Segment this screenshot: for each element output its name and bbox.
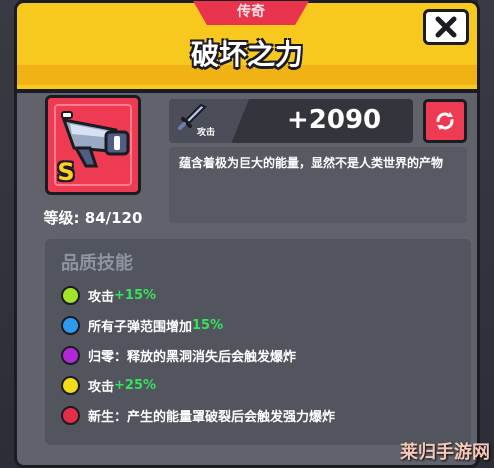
close-button[interactable] (423, 9, 469, 45)
refresh-icon (436, 112, 454, 130)
weapon-level: 等级: 84/120 (43, 209, 143, 227)
skill-item: 所有子弹范围增加 15% (61, 315, 223, 335)
item-title: 破坏之力 (190, 38, 303, 71)
quality-skills-panel: 品质技能 攻击 +15% 所有子弹范围增加 15% 归零：释放的黑洞消失后会触发爆炸… (45, 239, 471, 445)
attack-stat: 攻击 +2090 (169, 99, 413, 143)
card-header: 传奇 破坏之力 (17, 1, 477, 93)
item-detail-card: 传奇 破坏之力 S 等级: 84/120 攻击 +2090 蕴含着极为巨大的能量… (14, 0, 480, 468)
weapon-icon-frame: S (45, 95, 141, 195)
skill-dot-icon (61, 315, 80, 335)
skills-title: 品质技能 (61, 253, 133, 274)
skill-dot-icon (61, 345, 80, 365)
item-description: 蕴含着极为巨大的能量，显然不是人类世界的产物 (169, 147, 467, 223)
refresh-button[interactable] (423, 99, 467, 143)
skill-item: 攻击 +15% (61, 285, 156, 305)
skill-dot-icon (61, 405, 80, 425)
weapon-grade-badge: S (57, 158, 75, 186)
close-icon (435, 16, 457, 38)
skill-item: 攻击 +25% (61, 375, 156, 395)
watermark-logo: 莱归手游网 (400, 442, 490, 463)
skill-item: 归零：释放的黑洞消失后会触发爆炸 (61, 345, 296, 365)
skill-dot-icon (61, 375, 80, 395)
skill-item: 新生：产生的能量罩破裂后会触发强力爆炸 (61, 405, 335, 425)
background-right (478, 0, 494, 468)
skill-dot-icon (61, 285, 80, 305)
stat-value: +2090 (287, 105, 382, 135)
rarity-tab: 传奇 (193, 1, 309, 25)
stat-label: 攻击 (197, 128, 216, 138)
